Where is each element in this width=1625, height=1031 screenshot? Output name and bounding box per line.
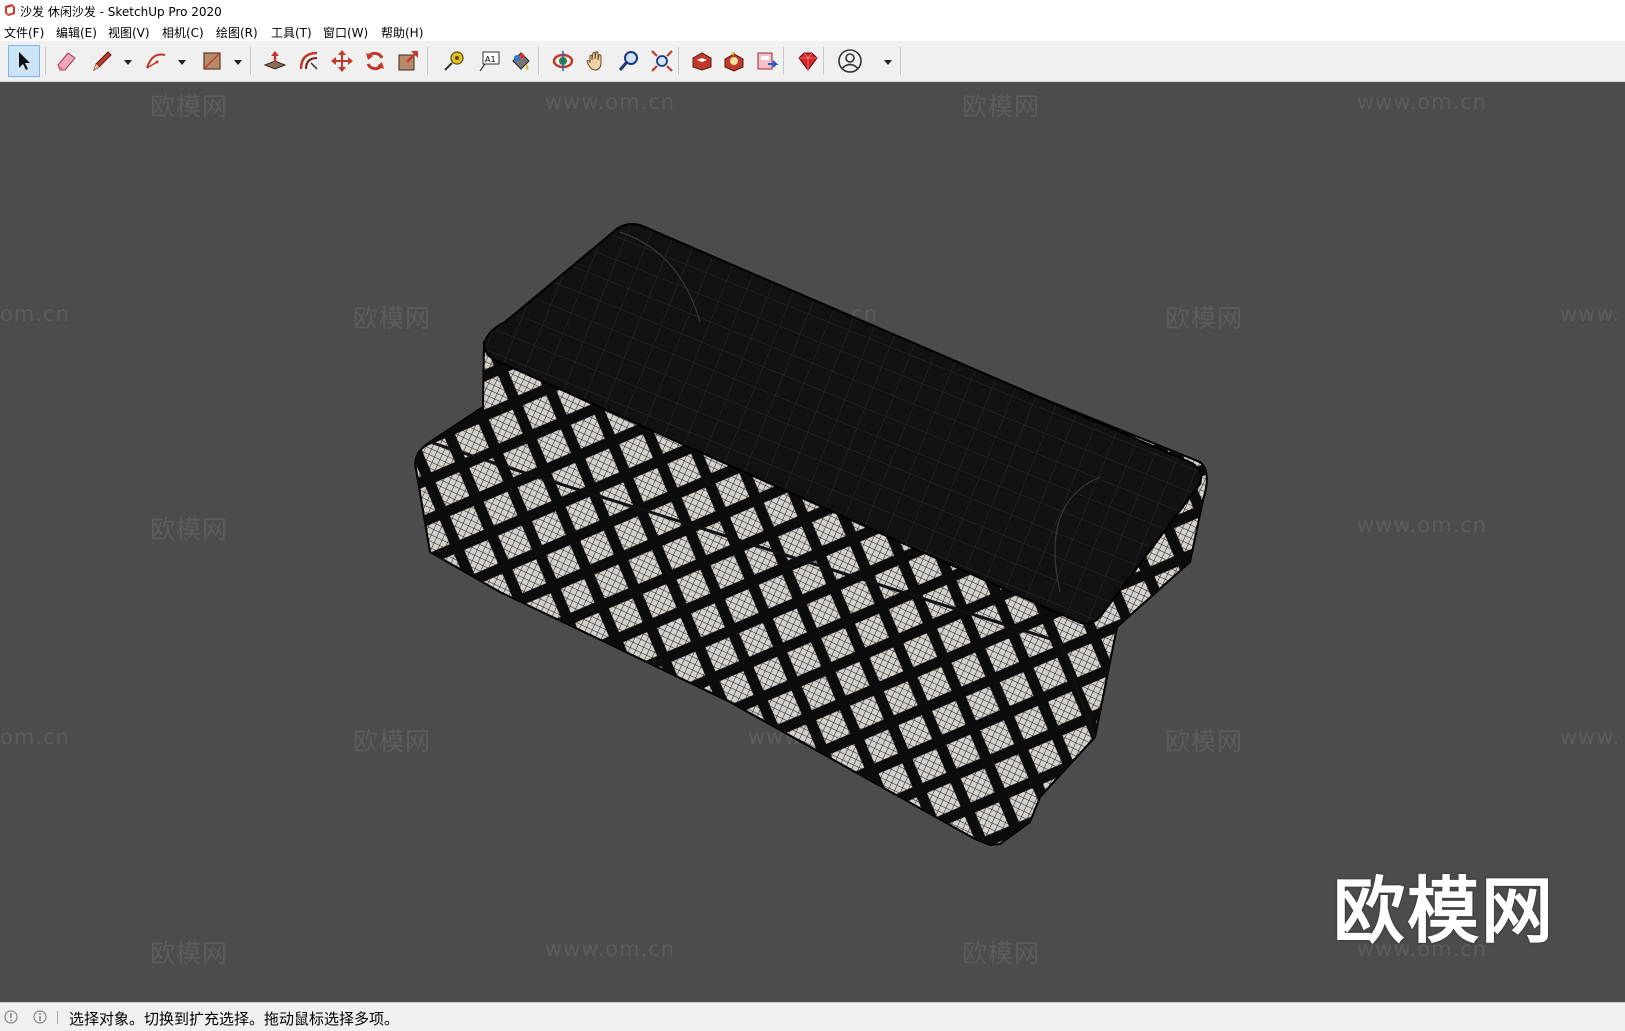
toolbar-separator [538,47,539,75]
shape-tool-dropdown-icon[interactable] [233,57,243,67]
arc-tool-button[interactable] [140,45,172,77]
menu-camera[interactable]: 相机(C) [162,24,204,41]
arrow-cursor-icon [19,52,30,70]
info-icon[interactable] [33,1010,47,1024]
arc-tool-dropdown-icon[interactable] [177,57,187,67]
modeling-viewport[interactable]: 欧模网 www.om.cn 欧模网 www.om.cn om.cn 欧模网 ww… [0,82,1625,1002]
menu-file[interactable]: 文件(F) [4,24,44,41]
push-pull-tool-button[interactable] [259,45,291,77]
brand-logo: 欧模网 [1333,869,1556,953]
text-tool-glyph: A1 [485,55,496,64]
window-title: 沙发 休闲沙发 - SketchUp Pro 2020 [20,5,222,19]
warehouse-icon [692,52,712,71]
toolbar-separator [45,47,46,75]
user-account-icon [838,49,862,73]
toolbar-separator [783,47,784,75]
orbit-icon [552,51,574,71]
zoom-tool-button[interactable] [613,45,645,77]
layout-icon [757,52,779,70]
extension-manager-button[interactable] [792,45,824,77]
status-bar: 选择对象。切换到扩充选择。拖动鼠标选择多项。 [0,1002,1625,1031]
offset-tool-button[interactable] [293,45,325,77]
menu-bar: 文件(F) 编辑(E) 视图(V) 相机(C) 绘图(R) 工具(T) 窗口(W… [0,21,1625,41]
scale-icon [398,51,418,71]
account-dropdown-icon[interactable] [883,57,893,67]
offset-icon [299,51,318,70]
layout-send-button[interactable] [751,45,783,77]
pencil-icon [93,51,112,72]
rectangle-icon [203,52,221,70]
location-icon[interactable] [4,1010,18,1024]
ruby-gem-icon [798,52,818,71]
paint-bucket-icon [512,52,530,70]
toolbar-separator [823,47,824,75]
eraser-icon [57,52,76,71]
text-tool-button[interactable]: A1 [473,45,505,77]
title-bar: 沙发 休闲沙发 - SketchUp Pro 2020 [0,0,1625,21]
toolbar-separator [250,47,251,75]
toolbar-separator [678,47,679,75]
push-pull-icon [263,51,287,70]
magnifier-icon [618,51,638,71]
sketchup-logo-icon [5,4,15,16]
hand-icon [586,51,602,71]
status-message: 选择对象。切换到扩充选择。拖动鼠标选择多项。 [69,1010,400,1028]
menu-help[interactable]: 帮助(H) [381,24,423,41]
rotate-tool-button[interactable] [359,45,391,77]
extension-warehouse-button[interactable] [718,45,750,77]
status-separator [57,1011,58,1024]
menu-draw[interactable]: 绘图(R) [216,24,258,41]
shape-tool-button[interactable] [196,45,228,77]
menu-window[interactable]: 窗口(W) [323,24,368,41]
tape-measure-tool-button[interactable] [438,45,470,77]
scale-tool-button[interactable] [392,45,424,77]
3d-warehouse-button[interactable] [686,45,718,77]
menu-edit[interactable]: 编辑(E) [56,24,97,41]
tape-measure-icon [444,51,464,71]
paint-bucket-tool-button[interactable] [505,45,537,77]
rotate-icon [366,51,384,71]
line-tool-dropdown-icon[interactable] [123,57,133,67]
orbit-tool-button[interactable] [547,45,579,77]
account-button[interactable] [834,45,866,77]
pan-tool-button[interactable] [580,45,612,77]
menu-view[interactable]: 视图(V) [108,24,150,41]
eraser-tool-button[interactable] [50,45,82,77]
select-tool-button[interactable] [8,45,40,77]
text-icon: A1 [479,51,500,72]
extension-warehouse-icon [724,52,744,72]
move-tool-button[interactable] [326,45,358,77]
line-tool-button[interactable] [86,45,118,77]
toolbar-separator [900,47,901,75]
arc-icon [146,53,166,69]
zoom-extents-tool-button[interactable] [646,45,678,77]
menu-tools[interactable]: 工具(T) [271,24,312,41]
zoom-extents-icon [651,50,673,72]
move-arrows-icon [331,50,353,72]
main-toolbar: A1 [0,41,1625,82]
toolbar-separator [427,47,428,75]
